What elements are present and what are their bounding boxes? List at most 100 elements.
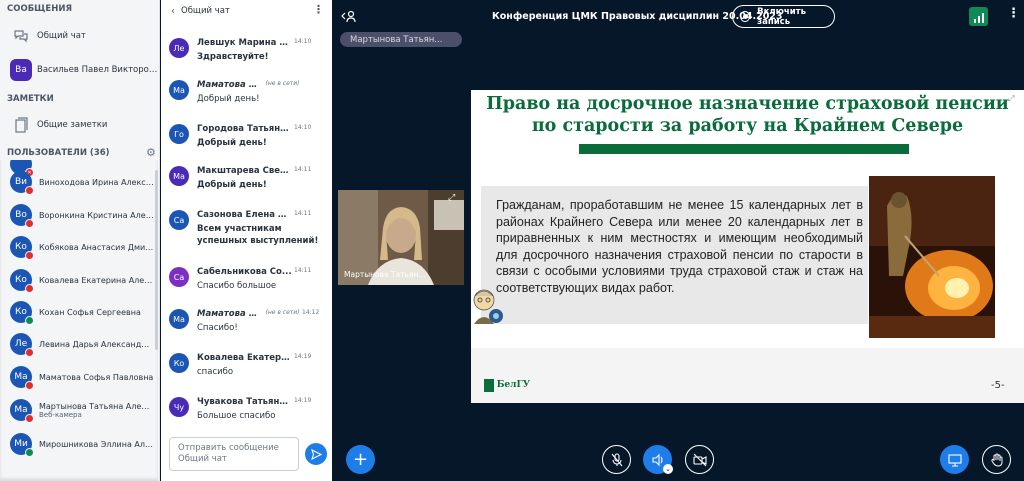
slide-footer: [471, 348, 1024, 403]
avatar: Са: [169, 267, 189, 287]
options-menu-icon[interactable]: ⋮: [1007, 6, 1020, 21]
message-time: 14:10: [294, 124, 312, 131]
message-text: спасибо: [197, 367, 234, 377]
user-list-item[interactable]: Ле Левина Дарья Александровна: [0, 328, 158, 360]
avatar: Ма: [169, 80, 189, 100]
mute-microphone-button[interactable]: [602, 445, 631, 474]
camera-off-icon: [692, 453, 707, 466]
user-list-item[interactable]: Во Воронкина Кристина Александ...: [0, 199, 158, 231]
message-text: Всем участникам успешных выступлений!: [197, 224, 319, 246]
message-author: Сабельникова Со...: [197, 267, 292, 277]
chat-message: Го Городова Татьяна ... 14:10 Добрый день!: [169, 124, 324, 164]
user-list-item[interactable]: Ви Виноходова Ирина Александр...: [0, 166, 158, 198]
mic-muted-icon: [25, 284, 34, 293]
user-list-item[interactable]: Ма Мартынова Татьяна Александ...Веб-камер…: [0, 394, 158, 426]
speaker-icon: [651, 453, 663, 466]
messages-header: СООБЩЕНИЯ: [7, 4, 73, 14]
chat-header: ‹ Общий чат ⋮: [161, 0, 332, 22]
actions-plus-button[interactable]: +: [346, 445, 375, 474]
avatar: Ма: [169, 309, 189, 329]
send-button[interactable]: [305, 443, 327, 465]
user-webcam-status: Веб-камера: [39, 410, 82, 419]
message-author: Чувакова Татьяна ...: [197, 397, 292, 407]
user-list-item[interactable]: Ко Ковалева Екатерина Александ...: [0, 264, 158, 296]
slide-title: Право на досрочное назначение страховой …: [471, 93, 1024, 137]
chat-message: Ма Маматова С... (не в сети) 14:12 Спасибо!: [169, 309, 324, 349]
mic-muted-icon: [25, 219, 34, 228]
user-list-item[interactable]: Ма Маматова Софья Павловна: [0, 361, 158, 393]
presentation-button[interactable]: [940, 445, 969, 474]
connection-status-icon[interactable]: [969, 7, 988, 26]
mic-muted-icon: [25, 414, 34, 423]
user-name: Кобякова Анастасия Дмитриев...: [39, 242, 154, 252]
message-text: Добрый день!: [197, 180, 267, 190]
main-area: Конференция ЦМК Правовых дисциплин 20.04…: [332, 0, 1024, 481]
webcam-video[interactable]: ⤢ Мартынова Татьян...: [338, 190, 464, 285]
message-time: 14:19: [294, 397, 312, 404]
chat-title: Общий чат: [181, 6, 230, 16]
users-header: ПОЛЬЗОВАТЕЛИ (36): [7, 148, 110, 158]
message-author: Макштарева Свет...: [197, 166, 292, 176]
sidebar-item-public-chat[interactable]: Общий чат: [0, 25, 159, 47]
message-author: Ковалева Екатери...: [197, 353, 292, 363]
message-text: Спасибо большое: [197, 281, 277, 291]
user-name: Воронкина Кристина Александ...: [39, 210, 154, 220]
avatar: Ма: [169, 166, 189, 186]
message-time: 14:11: [294, 166, 312, 173]
furnace-photo: [869, 176, 995, 338]
message-time: 14:10: [294, 38, 312, 45]
belgu-logo: БелГУ: [484, 376, 530, 394]
offline-status: (не в сети): [265, 80, 300, 87]
record-button[interactable]: Включить запись: [732, 5, 835, 28]
chat-message: Чу Чувакова Татьяна ... 14:19 Большое спаси…: [169, 397, 324, 437]
message-author: Левшук Марина В...: [197, 38, 292, 48]
gear-icon[interactable]: ⚙: [146, 146, 156, 159]
user-name: Маматова Софья Павловна: [39, 372, 154, 382]
mic-muted-icon: [25, 381, 34, 390]
chat-message: Ма Макштарева Свет... 14:11 Добрый день!: [169, 166, 324, 206]
more-options-icon[interactable]: ⋮: [313, 3, 324, 16]
logo-text: БелГУ: [496, 380, 530, 390]
chat-message: Ко Ковалева Екатери... 14:19 спасибо: [169, 353, 324, 393]
slide-body-text: Гражданам, проработавшим не менее 15 кал…: [496, 198, 863, 295]
sidebar-item-shared-notes[interactable]: Общие заметки: [0, 114, 159, 136]
presentation-icon: [947, 453, 962, 467]
chevron-left-icon[interactable]: ‹: [171, 6, 175, 17]
offline-status: (не в сети): [265, 309, 300, 316]
mic-off-icon: [611, 452, 622, 466]
notes-header: ЗАМЕТКИ: [7, 94, 54, 104]
user-list-item[interactable]: Ко Кохан Софья Сергеевна: [0, 296, 158, 328]
message-text: Добрый день!: [197, 94, 260, 104]
avatar: Чу: [169, 397, 189, 417]
avatar: Ма: [10, 366, 34, 390]
scrollbar[interactable]: [155, 170, 158, 350]
user-name: Виноходова Ирина Александр...: [39, 177, 154, 187]
message-text: Добрый день!: [197, 138, 267, 148]
user-list-item[interactable]: Ми Мирошникова Эллина Алексан...: [0, 428, 158, 460]
chevron-down-icon[interactable]: ⌄: [663, 464, 673, 474]
fullscreen-icon[interactable]: ⤢: [448, 193, 455, 203]
avatar: Ми: [10, 433, 34, 457]
user-panel-toggle-icon[interactable]: [341, 9, 357, 26]
public-chat-label: Общий чат: [37, 31, 86, 41]
sidebar: СООБЩЕНИЯ Общий чат Ва Васильев Павел Ви…: [0, 0, 160, 481]
webcam-off-button[interactable]: [685, 445, 714, 474]
user-name: Левина Дарья Александровна: [39, 339, 154, 349]
chat-message: Ле Левшук Марина В... 14:10 Здравствуйте!: [169, 38, 324, 78]
message-author: Городова Татьяна ...: [197, 124, 292, 134]
chat-message: Са Сазонова Елена С... 14:11 Всем участника…: [169, 210, 324, 250]
message-text: Спасибо!: [197, 323, 238, 333]
message-author: Сазонова Елена С...: [197, 210, 292, 220]
message-author: Маматова С...: [197, 80, 263, 90]
chat-message-input[interactable]: Отправить сообщение Общий чат: [169, 437, 299, 471]
fullscreen-icon[interactable]: ⤢: [1008, 94, 1014, 104]
message-time: 14:11: [294, 210, 312, 217]
message-time: 14:12: [302, 309, 320, 316]
raise-hand-button[interactable]: [982, 445, 1011, 474]
slide-page-number: -5-: [991, 380, 1005, 391]
sidebar-item-private-chat[interactable]: Ва Васильев Павел Викторович: [0, 58, 159, 82]
chat-bubbles-icon: [10, 25, 32, 47]
avatar: Ле: [169, 38, 189, 58]
user-name: Мирошникова Эллина Алексан...: [39, 439, 154, 449]
user-list-item[interactable]: Ко Кобякова Анастасия Дмитриев...: [0, 231, 158, 263]
